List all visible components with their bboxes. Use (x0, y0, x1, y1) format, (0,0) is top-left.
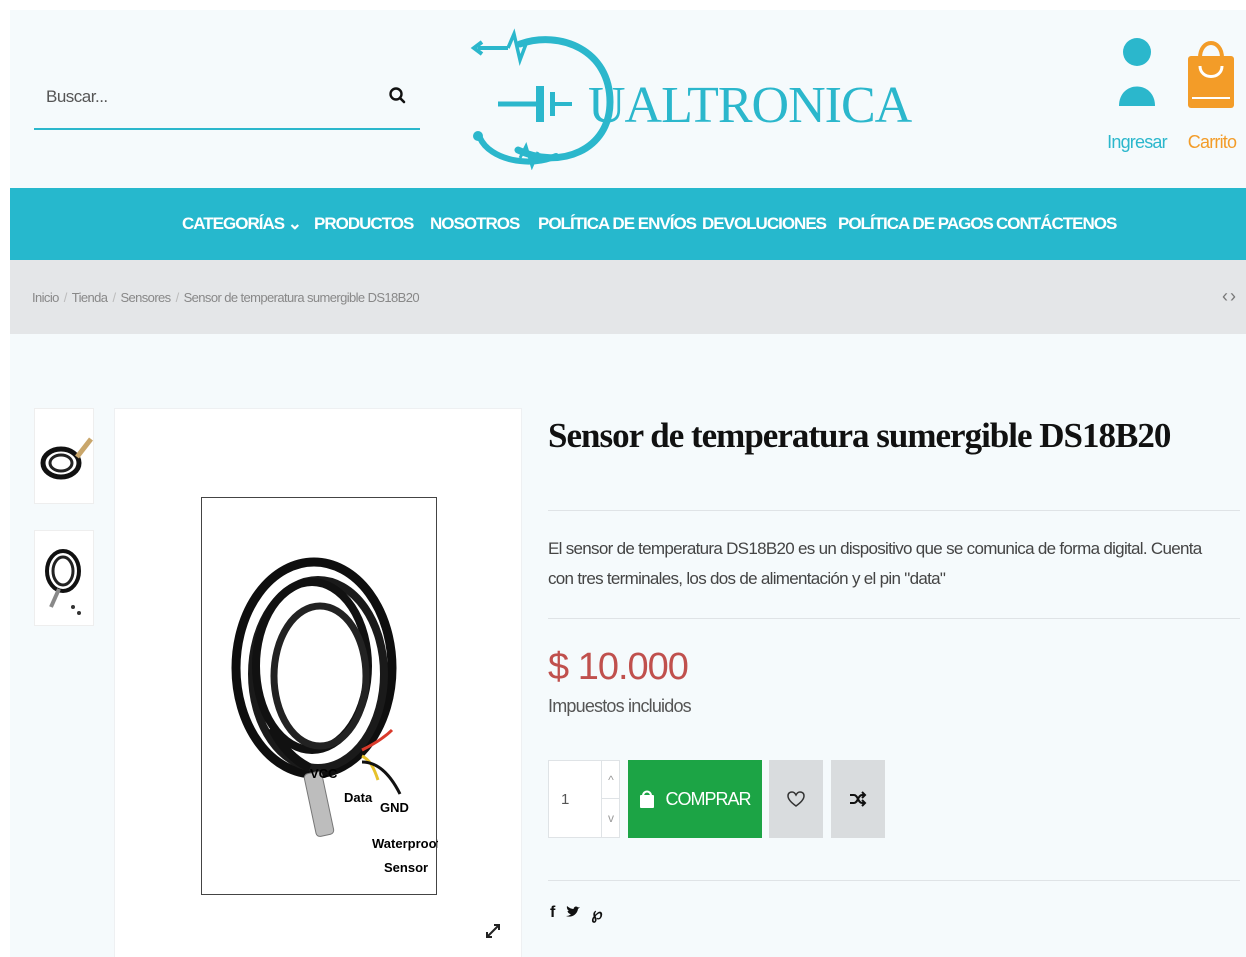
quantity-decrease-button[interactable]: v (601, 799, 620, 837)
nav-item-politica-envios[interactable]: POLÍTICA DE ENVÍOS (538, 214, 697, 234)
product-thumbnail[interactable] (34, 408, 94, 504)
cable-thumbnail-image (45, 549, 81, 615)
product-description: El sensor de temperatura DS18B20 es un d… (548, 539, 1202, 588)
add-to-cart-button[interactable]: COMPRAR (628, 760, 762, 838)
compare-button[interactable] (831, 760, 885, 838)
site-header: UALTRONICA Ingresar Carrito (10, 10, 1246, 188)
twitter-icon[interactable] (565, 904, 581, 920)
quantity-input[interactable] (549, 761, 599, 837)
divider (548, 618, 1240, 619)
search-icon (389, 87, 406, 104)
chevron-right-icon[interactable]: › (1230, 286, 1238, 306)
breadcrumb-item-tienda[interactable]: Tienda (72, 290, 108, 305)
sensor-cable-image: VCC Data GND Waterproof Sensor (231, 557, 442, 875)
waterproof-label: Waterproof (372, 836, 438, 851)
breadcrumb-bar: Inicio / Tienda / Sensores / Sensor de tempera… (10, 260, 1246, 334)
breadcrumb-item-current: Sensor de temperatura sumergible DS18B20 (183, 290, 420, 305)
product-image-container: VCC Data GND Waterproof Sensor (114, 408, 522, 957)
product-price: $ 10.000 (548, 646, 689, 688)
nav-item-productos[interactable]: PRODUCTOS (314, 214, 414, 234)
gnd-label: GND (380, 800, 409, 815)
quantity-increase-button[interactable]: ^ (601, 761, 620, 799)
chevron-left-icon[interactable]: ‹ (1222, 286, 1230, 306)
product-thumbnail[interactable] (34, 530, 94, 626)
chevron-down-icon: v (608, 811, 614, 825)
search-input[interactable] (46, 80, 366, 114)
quantity-stepper: ^ v (548, 760, 620, 838)
logo-text: UALTRONICA (588, 77, 912, 134)
social-share: f ℘ (550, 904, 602, 924)
divider (548, 880, 1240, 881)
nav-item-politica-pagos[interactable]: POLÍTICA DE PAGOS (838, 214, 994, 234)
account-link[interactable]: Ingresar (1105, 36, 1168, 156)
sensor-label: Sensor (384, 860, 428, 875)
vcc-label: VCC (310, 766, 338, 781)
pinterest-icon[interactable]: ℘ (591, 904, 602, 924)
product-pager: ‹› (1222, 286, 1238, 307)
breadcrumb-separator: / (112, 290, 116, 305)
wishlist-button[interactable] (769, 760, 823, 838)
user-icon (1119, 38, 1155, 106)
main-nav: CATEGORÍAS ⌄ PRODUCTOS NOSOTROS POLÍTICA… (10, 188, 1246, 260)
expand-icon[interactable] (483, 921, 503, 941)
shopping-bag-icon (1188, 41, 1234, 108)
breadcrumb-item-inicio[interactable]: Inicio (32, 290, 59, 305)
site-logo[interactable]: UALTRONICA (460, 20, 912, 171)
breadcrumb-separator: / (175, 290, 180, 305)
cart-label: Carrito (1187, 132, 1237, 152)
cart-link[interactable]: Carrito (1180, 32, 1244, 156)
heart-icon (787, 791, 805, 807)
nav-item-categorias[interactable]: CATEGORÍAS ⌄ (182, 214, 302, 234)
divider (548, 510, 1240, 511)
facebook-icon[interactable]: f (550, 904, 555, 924)
nav-item-devoluciones[interactable]: DEVOLUCIONES (702, 214, 827, 234)
chevron-up-icon: ^ (608, 773, 614, 787)
shuffle-icon (850, 791, 867, 807)
search-button[interactable] (386, 84, 410, 108)
add-to-cart-label: COMPRAR (665, 788, 751, 809)
search-bar (34, 74, 420, 130)
account-label: Ingresar (1107, 132, 1167, 152)
product-section: VCC Data GND Waterproof Sensor Sensor de… (10, 334, 1246, 957)
data-label: Data (344, 790, 373, 805)
tax-note: Impuestos incluidos (548, 696, 692, 716)
nav-item-nosotros[interactable]: NOSOTROS (430, 214, 520, 234)
shopping-bag-icon (640, 790, 655, 808)
breadcrumb-item-sensores[interactable]: Sensores (120, 290, 171, 305)
product-title: Sensor de temperatura sumergible DS18B20 (548, 416, 1171, 455)
breadcrumb-separator: / (63, 290, 68, 305)
breadcrumb: Inicio / Tienda / Sensores / Sensor de tempera… (32, 290, 420, 305)
product-image[interactable]: VCC Data GND Waterproof Sensor (201, 497, 442, 895)
cable-thumbnail-image (40, 437, 93, 480)
nav-item-contactenos[interactable]: CONTÁCTENOS (996, 214, 1117, 234)
